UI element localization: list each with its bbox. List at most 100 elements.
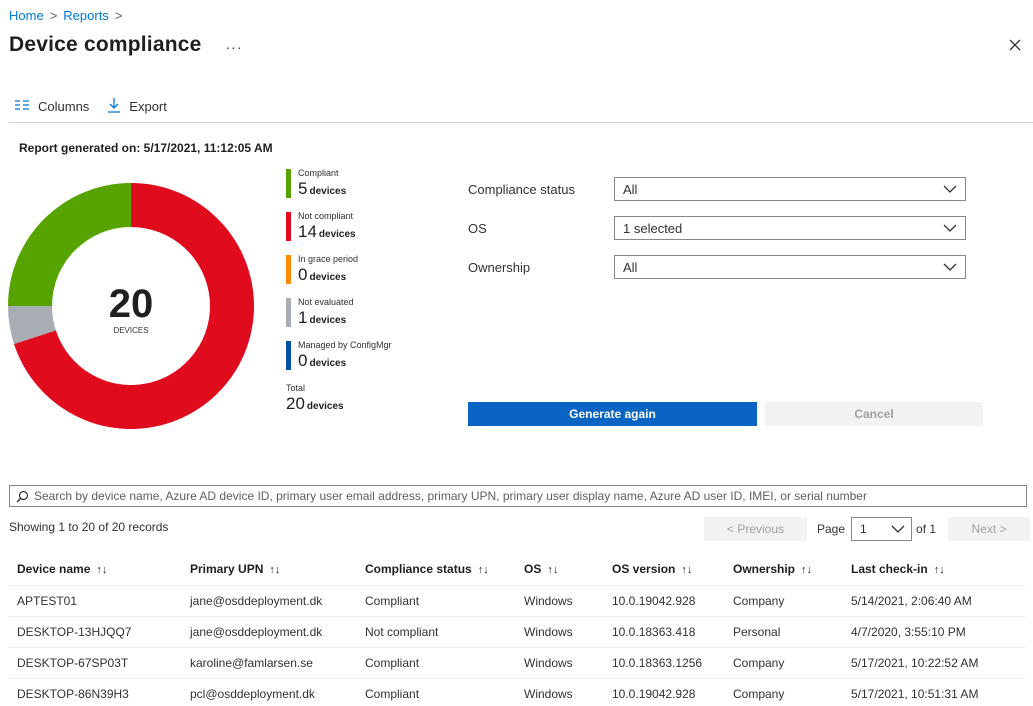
cell-compliance-status: Compliant (357, 585, 516, 617)
legend-name: In grace period (298, 254, 359, 264)
cell-os: Windows (516, 678, 604, 706)
sort-icon: ↑↓ (96, 563, 108, 576)
columns-button[interactable]: Columns (14, 99, 89, 114)
cell-ownership: Company (725, 678, 843, 706)
filter-panel: Compliance status All OS 1 selected Owne… (468, 177, 966, 294)
page-title: Device compliance (9, 33, 202, 56)
cell-os-version: 10.0.19042.928 (604, 585, 725, 617)
filter-compliance-status: Compliance status All (468, 177, 966, 201)
cancel-button[interactable]: Cancel (765, 402, 983, 426)
legend-total-count: 20 devices (286, 394, 344, 413)
table-row[interactable]: DESKTOP-67SP03T karoline@famlarsen.se Co… (9, 647, 1025, 679)
breadcrumb-separator: > (114, 8, 123, 23)
device-table: Device name ↑↓ Primary UPN ↑↓ Compliance s… (9, 553, 1025, 706)
cell-os-version: 10.0.19042.928 (604, 678, 725, 706)
more-options-icon[interactable]: ··· (226, 39, 243, 55)
legend-name: Managed by ConfigMgr (298, 340, 392, 350)
export-button[interactable]: Export (107, 97, 167, 116)
breadcrumb-home-link[interactable]: Home (9, 8, 44, 23)
cell-primary-upn: karoline@famlarsen.se (182, 647, 357, 679)
cell-device-name: DESKTOP-13HJQQ7 (9, 616, 182, 648)
column-header-last-check-in[interactable]: Last check-in ↑↓ (843, 553, 1025, 586)
table-row[interactable]: DESKTOP-86N39H3 pcl@osddeployment.dk Com… (9, 678, 1025, 706)
sort-icon: ↑↓ (547, 563, 559, 576)
title-row: Device compliance ··· (9, 33, 243, 57)
column-header-primary-upn[interactable]: Primary UPN ↑↓ (182, 553, 357, 586)
filter-label: Ownership (468, 259, 531, 275)
search-icon (16, 490, 29, 502)
filter-ownership: Ownership All (468, 255, 966, 279)
report-generated-text: Report generated on: 5/17/2021, 11:12:05… (19, 141, 273, 155)
legend-count: 1 devices (298, 308, 347, 327)
cell-last-check-in: 5/14/2021, 2:06:40 AM (843, 585, 1025, 617)
table-header-row: Device name ↑↓ Primary UPN ↑↓ Compliance s… (9, 553, 1025, 586)
column-header-os-version[interactable]: OS version ↑↓ (604, 553, 725, 586)
os-dropdown[interactable]: 1 selected (614, 216, 966, 240)
page-select[interactable]: 1 (851, 517, 913, 541)
column-header-compliance-status[interactable]: Compliance status ↑↓ (357, 553, 516, 586)
legend-total-name: Total (286, 383, 306, 393)
breadcrumb-reports-link[interactable]: Reports (63, 8, 109, 23)
toolbar-divider (9, 122, 1033, 123)
legend-color-swatch (286, 341, 291, 370)
legend-item-compliant[interactable]: Compliant 5 devices (286, 168, 416, 211)
sort-icon: ↑↓ (269, 563, 281, 576)
cell-os: Windows (516, 585, 604, 617)
cell-os: Windows (516, 616, 604, 648)
dropdown-value: All (623, 259, 638, 275)
cell-device-name: DESKTOP-67SP03T (9, 647, 182, 679)
legend-item-in-grace-period[interactable]: In grace period 0 devices (286, 254, 416, 297)
column-header-device-name[interactable]: Device name ↑↓ (9, 553, 182, 586)
download-icon (107, 97, 121, 116)
cell-os-version: 10.0.18363.418 (604, 616, 725, 648)
close-icon[interactable] (1007, 37, 1023, 53)
search-placeholder: Search by device name, Azure AD device I… (34, 489, 867, 503)
legend-total: Total 20 devices (286, 383, 416, 426)
page-label: Page (817, 522, 846, 536)
cell-primary-upn: jane@osddeployment.dk (182, 616, 357, 648)
next-page-button[interactable]: Next > (948, 517, 1031, 541)
legend-color-swatch (286, 255, 291, 284)
ownership-dropdown[interactable]: All (614, 255, 966, 279)
legend-item-managed-by-configmgr[interactable]: Managed by ConfigMgr 0 devices (286, 340, 416, 383)
legend-item-not-compliant[interactable]: Not compliant 14 devices (286, 211, 416, 254)
legend-item-not-evaluated[interactable]: Not evaluated 1 devices (286, 297, 416, 340)
generate-again-button[interactable]: Generate again (468, 402, 757, 426)
previous-page-button[interactable]: < Previous (704, 517, 807, 541)
cell-compliance-status: Not compliant (357, 616, 516, 648)
compliance-donut-chart (8, 183, 254, 429)
records-count-text: Showing 1 to 20 of 20 records (9, 520, 169, 534)
chevron-down-icon (943, 224, 957, 232)
filter-os: OS 1 selected (468, 216, 966, 240)
table-row[interactable]: APTEST01 jane@osddeployment.dk Compliant… (9, 585, 1025, 617)
cell-compliance-status: Compliant (357, 647, 516, 679)
column-header-os[interactable]: OS ↑↓ (516, 553, 604, 586)
dropdown-value: All (623, 181, 638, 197)
donut-slice-compliant[interactable] (8, 183, 131, 306)
search-box[interactable]: Search by device name, Azure AD device I… (9, 485, 1027, 507)
breadcrumb: Home > Reports > (9, 8, 122, 23)
cell-os-version: 10.0.18363.1256 (604, 647, 725, 679)
sort-icon: ↑↓ (681, 563, 693, 576)
sort-icon: ↑↓ (801, 563, 813, 576)
cell-compliance-status: Compliant (357, 678, 516, 706)
cell-os: Windows (516, 647, 604, 679)
chart-legend: Compliant 5 devices Not compliant 14 devic… (286, 168, 416, 426)
pagination: < Previous Page 1 of 1 Next > (704, 517, 1031, 541)
page-total-label: of 1 (916, 522, 937, 536)
chevron-down-icon (943, 263, 957, 271)
compliance-status-dropdown[interactable]: All (614, 177, 966, 201)
cell-last-check-in: 4/7/2020, 3:55:10 PM (843, 616, 1025, 648)
cell-ownership: Personal (725, 616, 843, 648)
column-header-ownership[interactable]: Ownership ↑↓ (725, 553, 843, 586)
columns-label: Columns (38, 99, 90, 114)
columns-icon (14, 99, 30, 114)
export-label: Export (129, 99, 167, 114)
page-select-value: 1 (860, 522, 867, 536)
sort-icon: ↑↓ (933, 563, 945, 576)
table-row[interactable]: DESKTOP-13HJQQ7 jane@osddeployment.dk No… (9, 616, 1025, 648)
dropdown-value: 1 selected (623, 220, 683, 236)
cell-last-check-in: 5/17/2021, 10:22:52 AM (843, 647, 1025, 679)
filter-label: OS (468, 220, 487, 236)
cell-primary-upn: jane@osddeployment.dk (182, 585, 357, 617)
